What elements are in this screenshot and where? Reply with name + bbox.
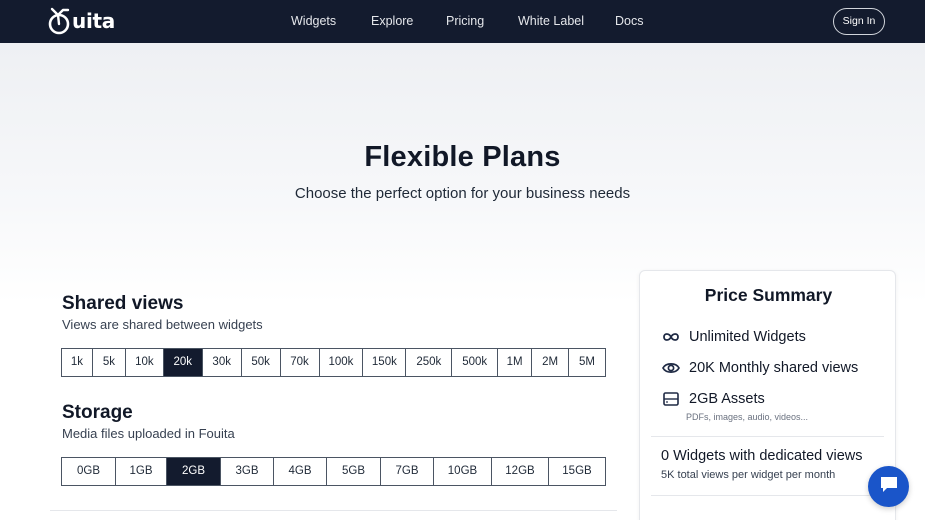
storage-selector: 0GB 1GB 2GB 3GB 4GB 5GB 7GB 10GB 12GB 15… [61, 457, 606, 486]
storage-option[interactable]: 7GB [381, 458, 434, 485]
nav-explore[interactable]: Explore [371, 0, 413, 43]
storage-section-subtitle: Media files uploaded in Fouita [62, 426, 235, 441]
feature-assets-note: PDFs, images, audio, videos... [686, 412, 809, 422]
dedicated-views-label: 0 Widgets with dedicated views [661, 448, 863, 464]
top-navbar: uita Widgets Explore Pricing White Label… [0, 0, 925, 43]
views-option[interactable]: 70k [281, 349, 320, 376]
storage-option[interactable]: 3GB [221, 458, 274, 485]
views-option[interactable]: 10k [126, 349, 164, 376]
storage-option[interactable]: 2GB [167, 458, 221, 485]
views-section-title: Shared views [62, 293, 184, 314]
views-option[interactable]: 1k [62, 349, 93, 376]
chat-button[interactable] [868, 466, 909, 507]
storage-option[interactable]: 15GB [549, 458, 605, 485]
views-option[interactable]: 100k [320, 349, 364, 376]
dedicated-views-note: 5K total views per widget per month [661, 469, 836, 481]
storage-option[interactable]: 5GB [327, 458, 381, 485]
feature-views-label: 20K Monthly shared views [689, 360, 859, 376]
nav-pricing[interactable]: Pricing [446, 0, 484, 43]
section-divider [50, 510, 617, 511]
views-section-subtitle: Views are shared between widgets [62, 317, 263, 332]
eye-icon [661, 360, 681, 376]
views-option[interactable]: 250k [406, 349, 453, 376]
nav-white-label[interactable]: White Label [518, 0, 584, 43]
page-title: Flexible Plans [364, 141, 561, 173]
views-option[interactable]: 30k [203, 349, 242, 376]
storage-option[interactable]: 10GB [434, 458, 492, 485]
nav-widgets[interactable]: Widgets [291, 0, 336, 43]
feature-widgets: Unlimited Widgets [661, 329, 806, 345]
chat-bubble-icon [879, 475, 899, 498]
price-summary-card: Price Summary Unlimited Widgets 20K Mont… [639, 270, 896, 520]
feature-views: 20K Monthly shared views [661, 360, 858, 376]
views-option[interactable]: 20k [163, 349, 203, 376]
views-option[interactable]: 2M [532, 349, 570, 376]
main-nav: Widgets Explore Pricing White Label Docs [0, 0, 925, 43]
summary-divider [651, 436, 884, 437]
storage-option[interactable]: 0GB [62, 458, 116, 485]
page-subtitle: Choose the perfect option for your busin… [294, 185, 631, 202]
storage-option[interactable]: 12GB [492, 458, 549, 485]
infinity-icon [661, 329, 681, 345]
views-option[interactable]: 5M [569, 349, 605, 376]
storage-drive-icon [661, 391, 681, 407]
price-summary-title: Price Summary [704, 285, 833, 305]
summary-divider [651, 495, 884, 496]
feature-assets-label: 2GB Assets [689, 391, 765, 407]
views-option[interactable]: 1M [498, 349, 533, 376]
feature-assets: 2GB Assets [661, 391, 765, 407]
sign-in-button[interactable]: Sign In [833, 8, 885, 35]
storage-section-title: Storage [62, 402, 133, 423]
views-option[interactable]: 5k [93, 349, 126, 376]
views-option[interactable]: 500k [452, 349, 499, 376]
storage-option[interactable]: 1GB [116, 458, 167, 485]
views-selector: 1k 5k 10k 20k 30k 50k 70k 100k 150k 250k… [61, 348, 606, 377]
views-option[interactable]: 50k [242, 349, 281, 376]
feature-widgets-label: Unlimited Widgets [689, 329, 806, 345]
views-option[interactable]: 150k [363, 349, 407, 376]
storage-option[interactable]: 4GB [274, 458, 327, 485]
nav-docs[interactable]: Docs [615, 0, 643, 43]
